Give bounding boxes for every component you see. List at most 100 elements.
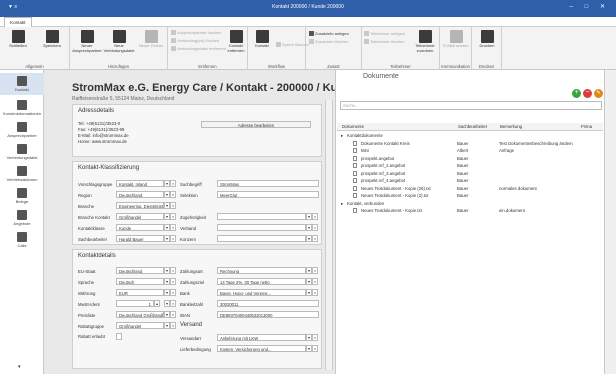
documents-search-input[interactable]: Suche... — [340, 101, 602, 110]
clear-icon[interactable]: × — [312, 235, 318, 242]
versandart-select[interactable]: Anlieferung mit LKW — [217, 334, 306, 341]
field-label: Preisliste — [78, 313, 96, 318]
clear-icon[interactable]: × — [312, 345, 318, 352]
assign-participant-button[interactable]: Teilnehmer zuordnen — [412, 30, 438, 53]
clear-icon[interactable]: × — [170, 278, 176, 285]
new-connection-file-button[interactable]: Neue Verbindungsdatei — [103, 30, 135, 53]
clear-icon[interactable]: × — [170, 224, 176, 231]
clear-icon[interactable]: × — [312, 334, 318, 341]
delete-icon[interactable]: − — [583, 89, 592, 98]
column-header-firma[interactable]: Firma — [581, 124, 592, 129]
table-row[interactable]: ▸ Kontaktdokumente — [337, 132, 603, 139]
right-side-strip[interactable] — [604, 70, 616, 374]
nav-item-verbindungsdatei[interactable]: Verbindungsdatei — [0, 142, 44, 160]
table-row[interactable]: Neues Textdokument - Kopie (26).txt Bauer… — [337, 185, 603, 192]
zahlungsziel-select[interactable]: 14 Tage 2%, 30 Tage netto — [217, 278, 306, 285]
bankleitzahl-input[interactable]: 30020011 — [217, 300, 319, 307]
clear-icon[interactable]: × — [312, 267, 318, 274]
zahlungsart-select[interactable]: Rechnung — [217, 267, 306, 274]
sprache-select[interactable]: Deutsch — [116, 278, 164, 285]
zugehoerigkeit-select[interactable] — [217, 213, 306, 220]
nav-expand-icon[interactable]: ▾ — [18, 364, 21, 370]
person-delete-icon — [171, 30, 176, 36]
nav-item-ansprechpartner[interactable]: Ansprechpartner — [0, 120, 44, 138]
waehrung-select[interactable]: EUR — [116, 289, 164, 296]
clear-icon[interactable]: × — [312, 289, 318, 296]
table-row[interactable]: prospekt.ref_2.angebot Bauer — [337, 162, 603, 169]
delete-connections-button[interactable]: Verbindung(en) löschen — [171, 38, 219, 44]
vorschlagsgruppe-select[interactable]: Kontakt, Inland — [116, 180, 164, 187]
region-select[interactable]: Deutschland — [116, 191, 164, 198]
nav-item-calls[interactable]: Calls — [0, 230, 44, 248]
clear-icon[interactable]: × — [170, 322, 176, 329]
nav-item-angebote[interactable]: Angebote — [0, 208, 44, 226]
send-email-button[interactable]: E-Mail senden — [443, 30, 469, 49]
clear-icon[interactable]: × — [312, 278, 318, 285]
column-header-bemerkung[interactable]: Bemerkung — [500, 124, 522, 129]
table-row[interactable]: prospekt.angebot Bauer — [337, 155, 603, 162]
bank-select[interactable]: Bayer. Hypo- und Vereins... — [217, 289, 306, 296]
clear-icon[interactable]: × — [170, 300, 176, 307]
edit-icon[interactable]: ✎ — [594, 89, 603, 98]
remove-contact-button[interactable]: Kontakt entfernen — [224, 30, 248, 53]
delete-participant-button[interactable]: Teilnehmer löschen — [364, 39, 404, 45]
add-extra-info-button[interactable]: Zusatzinfo anlegen — [309, 31, 349, 37]
print-button[interactable]: Drucken — [474, 30, 500, 49]
kontaktklasse-select[interactable]: Kunde — [116, 224, 164, 231]
table-row[interactable]: Mini Albert Anfrage — [337, 147, 603, 154]
table-row[interactable]: prospekt.ref_4.angebot Bauer — [337, 177, 603, 184]
table-row[interactable]: Dokumente Kontakt Kreis Bauer Test Dokumen… — [337, 140, 603, 147]
nav-item-kundeninformationen[interactable]: Kundeninformationen — [0, 98, 44, 116]
stepper-icon[interactable]: ▴ — [154, 300, 160, 307]
branche-kontakt-select[interactable]: Großhandel — [116, 213, 164, 220]
clear-icon[interactable]: × — [312, 224, 318, 231]
sachbearbeiter-select[interactable]: Harald Bauer — [116, 235, 164, 242]
file-icon — [353, 155, 357, 161]
clear-icon[interactable]: × — [170, 235, 176, 242]
clear-icon[interactable]: × — [170, 180, 176, 187]
add-icon[interactable]: + — [572, 89, 581, 98]
column-header-sachbearbeiter[interactable]: Sachbearbeiter — [458, 124, 487, 129]
delete-contact-person-button[interactable]: Ansprechpartner löschen — [171, 30, 221, 36]
mwst-ident-stepper[interactable]: 1 — [116, 300, 154, 307]
workflow-contact-button[interactable]: Kontakt — [249, 30, 275, 49]
new-folder-button[interactable]: Neuer Ordner — [136, 30, 166, 49]
eu-staat-select[interactable]: Deutschland — [116, 267, 164, 274]
konzern-select[interactable] — [217, 235, 306, 242]
remove-connection-file-button[interactable]: Verbindungsdatei entfernen — [171, 46, 226, 52]
table-row[interactable]: Neues Textdokument - Kopie (2).txt Bauer — [337, 192, 603, 199]
suchbegriff-input[interactable]: StromMax — [217, 180, 319, 187]
rabattgruppe-select[interactable]: Großhandel — [116, 322, 164, 329]
table-row[interactable]: prospekt.ref_3.angebot Bauer — [337, 170, 603, 177]
column-header-dokumente[interactable]: Dokumente — [342, 124, 364, 129]
nav-item-kontakt[interactable]: Kontakt — [0, 73, 44, 95]
table-row[interactable]: ▸ Kontakt, verbunden — [337, 200, 603, 207]
splitter[interactable] — [325, 100, 333, 370]
rabatt-erlaubt-checkbox[interactable] — [116, 333, 122, 340]
branche-select[interactable]: Engineering, Dienstleistung — [116, 202, 164, 209]
tab-kontakt[interactable]: Kontakt — [4, 17, 32, 27]
iban-input[interactable]: DE89370400440532013000 — [217, 311, 319, 318]
clear-icon[interactable]: × — [170, 267, 176, 274]
clear-icon[interactable]: × — [170, 213, 176, 220]
clear-lock-button[interactable]: Sperre löschen — [276, 42, 309, 48]
nav-item-vertriebsaktionen[interactable]: Vertriebsaktionen — [0, 164, 44, 182]
table-row[interactable]: Neues Textdokument - Kopie.txt Bauer ein.d… — [337, 207, 603, 214]
preisliste-select[interactable]: Deutschland Großhändler — [116, 311, 164, 318]
lieferbedingung-select[interactable]: Kosten, Versicherung und... — [217, 345, 306, 352]
selektion-input[interactable]: MeerGlut — [217, 191, 319, 198]
nav-item-belege[interactable]: Belege — [0, 186, 44, 204]
edit-address-button[interactable]: Adresse bearbeiten — [201, 121, 311, 128]
close-button[interactable]: Schließen — [3, 30, 33, 49]
delete-extra-info-button[interactable]: Zusatzinfo löschen — [309, 39, 348, 45]
add-participant-button[interactable]: Teilnehmer anlegen — [364, 31, 405, 37]
clear-icon[interactable]: × — [312, 213, 318, 220]
save-button[interactable]: Speichern — [36, 30, 68, 49]
clear-icon[interactable]: × — [170, 289, 176, 296]
clear-icon[interactable]: × — [170, 311, 176, 318]
window-controls[interactable]: – □ ✕ — [570, 3, 610, 10]
new-contact-person-button[interactable]: Neuer Ansprechpartner — [72, 30, 102, 53]
verband-select[interactable] — [217, 224, 306, 231]
clear-icon[interactable]: × — [170, 202, 176, 209]
clear-icon[interactable]: × — [170, 191, 176, 198]
